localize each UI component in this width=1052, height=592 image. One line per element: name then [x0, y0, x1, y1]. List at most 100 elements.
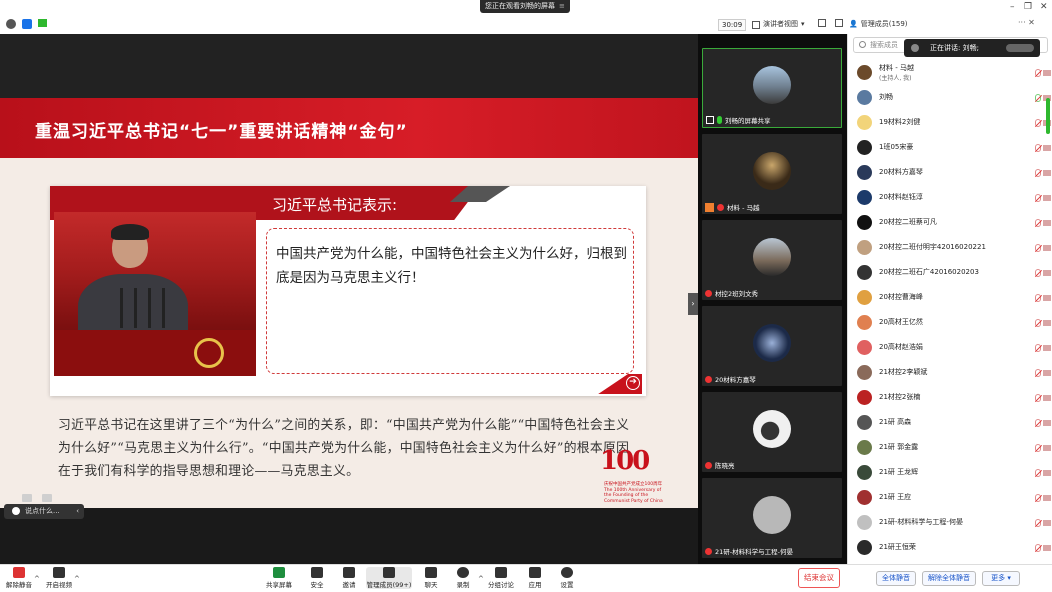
signal-icon[interactable]	[38, 19, 47, 27]
camera-off-icon[interactable]	[1043, 445, 1051, 451]
apps-button[interactable]: 应用	[518, 567, 552, 589]
camera-off-icon[interactable]	[1043, 70, 1051, 76]
info-icon[interactable]	[6, 19, 16, 29]
settings-button[interactable]: 设置	[550, 567, 584, 589]
participant-row[interactable]: 20材料方嘉琴	[848, 160, 1052, 185]
mic-muted-icon[interactable]	[1035, 319, 1041, 327]
camera-off-icon[interactable]	[1043, 145, 1051, 151]
camera-off-icon[interactable]	[1043, 295, 1051, 301]
participant-row[interactable]: 21研 王应	[848, 485, 1052, 510]
participant-row[interactable]: 材料 - 马越 (主持人, 我)	[848, 60, 1052, 85]
camera-off-icon[interactable]	[1043, 370, 1051, 376]
camera-off-icon[interactable]	[1043, 195, 1051, 201]
camera-off-icon[interactable]	[1043, 395, 1051, 401]
camera-off-icon[interactable]	[1043, 220, 1051, 226]
camera-off-icon[interactable]	[1043, 495, 1051, 501]
chevron-up-icon[interactable]: ^	[478, 575, 484, 583]
view-mode-button[interactable]: 演讲者视图 ▾	[752, 18, 805, 31]
mic-muted-icon[interactable]	[1035, 269, 1041, 277]
video-tile[interactable]: 陈晓亮	[702, 392, 842, 472]
mic-muted-icon[interactable]	[1035, 494, 1041, 502]
annotation-icon[interactable]	[22, 494, 32, 502]
participant-row[interactable]: 20材控二班蔡可凡	[848, 210, 1052, 235]
chat-quick-input[interactable]: 说点什么... ‹	[4, 504, 84, 519]
participant-row[interactable]: 21研 郭金露	[848, 435, 1052, 460]
mic-muted-icon[interactable]	[1035, 244, 1041, 252]
shield-icon[interactable]	[22, 19, 32, 29]
participant-row[interactable]: 20材控二班付明宇42016020221	[848, 235, 1052, 260]
video-tile[interactable]: 材料 - 马越	[702, 134, 842, 214]
participant-row[interactable]: 21研 王龙辉	[848, 460, 1052, 485]
camera-off-icon[interactable]	[1043, 245, 1051, 251]
unmute-all-button[interactable]: 解除全体静音	[922, 571, 976, 586]
mic-muted-icon[interactable]	[1035, 419, 1041, 427]
panel-more-button[interactable]: ··· ✕	[1018, 18, 1035, 27]
more-icon[interactable]: ···	[1018, 18, 1026, 27]
participant-row[interactable]: 1班05宋豪	[848, 135, 1052, 160]
mic-muted-icon[interactable]	[1035, 144, 1041, 152]
participant-row[interactable]: 19材料2刘健	[848, 110, 1052, 135]
pen-icon[interactable]	[42, 494, 52, 502]
mic-muted-icon[interactable]	[1035, 394, 1041, 402]
panel-toggle-icon[interactable]	[835, 19, 843, 27]
collapse-video-handle[interactable]: ›	[688, 293, 698, 315]
restore-icon[interactable]: ❐	[1024, 2, 1032, 12]
chat-button[interactable]: 聊天	[414, 567, 448, 589]
mic-on-icon[interactable]	[1035, 94, 1041, 102]
chevron-up-icon[interactable]: ^	[74, 575, 80, 583]
start-video-button[interactable]: 开启视频	[42, 567, 76, 589]
mic-muted-icon[interactable]	[1035, 294, 1041, 302]
fullscreen-icon[interactable]	[818, 19, 826, 27]
more-button[interactable]: 更多 ▾	[982, 571, 1020, 586]
camera-off-icon[interactable]	[1043, 270, 1051, 276]
minimize-icon[interactable]: –	[1010, 2, 1015, 12]
participant-row[interactable]: 21材控2张楠	[848, 385, 1052, 410]
participant-row[interactable]: 20材料赵钰淳	[848, 185, 1052, 210]
mic-muted-icon[interactable]	[1035, 194, 1041, 202]
camera-off-icon[interactable]	[1043, 545, 1051, 551]
participant-row[interactable]: 20材控二班石广42016020203	[848, 260, 1052, 285]
mic-muted-icon[interactable]	[1035, 444, 1041, 452]
video-tile[interactable]: 刘畅的屏幕共享	[702, 48, 842, 128]
end-meeting-button[interactable]: 结束会议	[798, 568, 840, 588]
mic-muted-icon[interactable]	[1035, 69, 1041, 77]
video-tile[interactable]: 材控2班刘文秀	[702, 220, 842, 300]
mic-muted-icon[interactable]	[1035, 519, 1041, 527]
manage-members-button[interactable]: 管理成员(99+)	[366, 567, 412, 589]
camera-off-icon[interactable]	[1043, 170, 1051, 176]
participant-row[interactable]: 刘畅	[848, 85, 1052, 110]
participant-row[interactable]: 21研王恒荣	[848, 535, 1052, 560]
camera-off-icon[interactable]	[1043, 470, 1051, 476]
camera-off-icon[interactable]	[1043, 345, 1051, 351]
security-button[interactable]: 安全	[300, 567, 334, 589]
chevron-up-icon[interactable]: ^	[34, 575, 40, 583]
video-tile[interactable]: 21研-材料科学与工程-何晏	[702, 478, 842, 558]
record-button[interactable]: 录制	[446, 567, 480, 589]
participant-row[interactable]: 20高材王亿然	[848, 310, 1052, 335]
breakout-button[interactable]: 分组讨论	[484, 567, 518, 589]
mic-muted-icon[interactable]	[1035, 119, 1041, 127]
participant-row[interactable]: 21材控2李颖斌	[848, 360, 1052, 385]
mic-muted-icon[interactable]	[1035, 344, 1041, 352]
mic-muted-icon[interactable]	[1035, 469, 1041, 477]
camera-off-icon[interactable]	[1043, 420, 1051, 426]
mic-muted-icon[interactable]	[1035, 169, 1041, 177]
mic-muted-icon[interactable]	[1035, 219, 1041, 227]
share-screen-button[interactable]: 共享屏幕	[262, 567, 296, 589]
sharing-menu-icon[interactable]: ≡	[559, 2, 565, 10]
sharing-notice[interactable]: 您正在观看刘畅的屏幕 ≡	[480, 0, 570, 13]
mic-muted-icon[interactable]	[1035, 369, 1041, 377]
participant-row[interactable]: 21研 高森	[848, 410, 1052, 435]
camera-off-icon[interactable]	[1043, 320, 1051, 326]
camera-off-icon[interactable]	[1043, 520, 1051, 526]
invite-button[interactable]: 邀请	[332, 567, 366, 589]
participant-row[interactable]: 20材控曹海峰	[848, 285, 1052, 310]
mic-muted-icon[interactable]	[1035, 544, 1041, 552]
video-tile[interactable]: 20材料方嘉琴	[702, 306, 842, 386]
participant-row[interactable]: 20高材赵浩娟	[848, 335, 1052, 360]
mute-all-button[interactable]: 全体静音	[876, 571, 916, 586]
participant-scrollbar[interactable]	[1046, 98, 1050, 134]
close-icon[interactable]: ✕	[1040, 2, 1048, 12]
chat-collapse-icon[interactable]: ‹	[76, 504, 79, 519]
unmute-button[interactable]: 解除静音	[2, 567, 36, 589]
